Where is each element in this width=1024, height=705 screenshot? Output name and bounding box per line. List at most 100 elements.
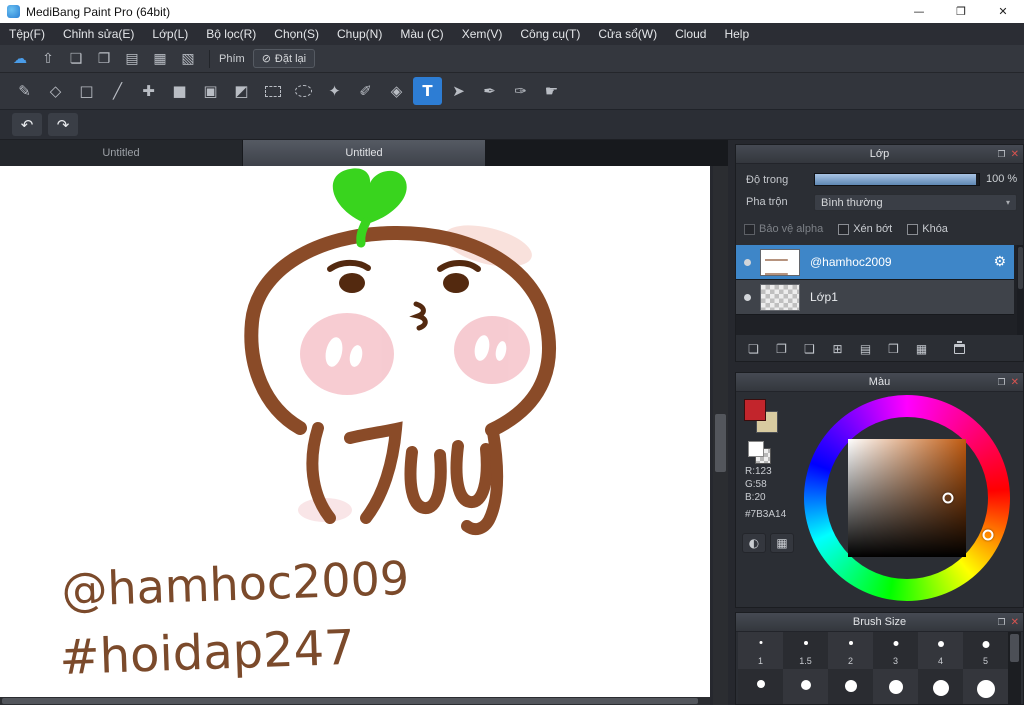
reset-button[interactable]: ⊘ Đặt lại <box>252 49 316 68</box>
popout-icon[interactable]: ❐ <box>998 618 1006 628</box>
menu-item[interactable]: Chọn(S) <box>265 23 328 45</box>
brush-size-cell[interactable] <box>738 669 783 704</box>
menu-item[interactable]: Công cụ(T) <box>511 23 589 45</box>
brush-size-cell[interactable]: 1 <box>738 632 783 669</box>
menu-item[interactable]: Tệp(F) <box>0 23 54 45</box>
brush-panel-scrollbar[interactable] <box>1008 632 1021 704</box>
brush-size-cell[interactable] <box>918 669 963 704</box>
convert-layer-button[interactable]: ❑ <box>798 339 821 359</box>
layer-row-active[interactable]: @hamhoc2009 ⚙ <box>736 245 1014 280</box>
palette-button[interactable]: ◐ <box>742 533 766 553</box>
dot-pen-tool[interactable]: ╱ <box>103 77 132 105</box>
text-tool[interactable]: T <box>413 77 442 105</box>
redo-button[interactable]: ↷ <box>48 113 78 136</box>
material-icon[interactable]: ▧ <box>176 48 200 70</box>
new-layer-button[interactable]: ❏ <box>742 339 765 359</box>
minimize-button[interactable]: — <box>898 0 940 23</box>
brush-size-cell[interactable] <box>873 669 918 704</box>
maximize-button[interactable]: ❐ <box>940 0 982 23</box>
cloud-icon[interactable]: ☁ <box>8 48 32 70</box>
document-tab[interactable]: Untitled <box>243 140 486 166</box>
layer-visibility-toggle[interactable] <box>744 293 751 301</box>
brush-size-cell[interactable]: 5 <box>963 632 1008 669</box>
pen-tool[interactable]: ✑ <box>506 77 535 105</box>
fill-rect-tool[interactable]: ■ <box>165 77 194 105</box>
saturation-value-cursor[interactable] <box>942 492 954 504</box>
opacity-slider[interactable] <box>814 173 980 186</box>
duplicate-layer-button[interactable]: ❒ <box>882 339 905 359</box>
lasso-tool[interactable] <box>289 77 318 105</box>
menu-item[interactable]: Màu (C) <box>391 23 452 45</box>
new-layer-options-button[interactable]: ❐ <box>770 339 793 359</box>
hue-cursor[interactable] <box>982 529 994 541</box>
brush-size-cell[interactable] <box>783 669 828 704</box>
foreground-color-swatch[interactable] <box>744 399 766 421</box>
workspace-icon[interactable]: ▦ <box>148 48 172 70</box>
popout-icon[interactable]: ❐ <box>998 150 1006 160</box>
scrollbar-thumb[interactable] <box>715 414 726 472</box>
select-eraser-tool[interactable]: ◈ <box>382 77 411 105</box>
menu-item[interactable]: Lớp(L) <box>143 23 197 45</box>
eraser-tool[interactable]: ◇ <box>41 77 70 105</box>
import-layer-button[interactable]: ⊞ <box>826 339 849 359</box>
blend-select[interactable]: Bình thường ▾ <box>814 194 1017 211</box>
shape-brush-tool[interactable]: □ <box>72 77 101 105</box>
layer-checkbox[interactable]: Bảo vệ alpha <box>744 223 823 235</box>
brush-size-cell[interactable]: 4 <box>918 632 963 669</box>
brush-size-cell[interactable]: 2 <box>828 632 873 669</box>
merge-layer-button[interactable]: ▦ <box>910 339 933 359</box>
brush-size-cell[interactable]: 1.5 <box>783 632 828 669</box>
layer-settings-gear-icon[interactable]: ⚙ <box>993 254 1006 270</box>
canvas-vertical-scrollbar[interactable] <box>713 166 728 705</box>
brush-size-cell[interactable] <box>828 669 873 704</box>
menu-item[interactable]: Chụp(N) <box>328 23 391 45</box>
select-rect-tool[interactable] <box>258 77 287 105</box>
layer-visibility-toggle[interactable] <box>744 258 751 266</box>
menu-item[interactable]: Cloud <box>666 23 715 45</box>
close-button[interactable]: ✕ <box>982 0 1024 23</box>
layer-row[interactable]: Lớp1 <box>736 280 1014 315</box>
chat-icon[interactable]: ❐ <box>92 48 116 70</box>
hand-tool[interactable]: ☛ <box>537 77 566 105</box>
menu-item[interactable]: Chỉnh sửa(E) <box>54 23 143 45</box>
move-tool[interactable]: ✚ <box>134 77 163 105</box>
comment-icon[interactable]: ❏ <box>64 48 88 70</box>
layer-checkbox[interactable]: Khóa <box>907 223 948 235</box>
panel-close-icon[interactable]: ✕ <box>1011 377 1019 388</box>
operate-tool[interactable]: ➤ <box>444 77 473 105</box>
document-icon[interactable]: ▤ <box>120 48 144 70</box>
popout-icon[interactable]: ❐ <box>998 378 1006 388</box>
layer-list-scrollbar[interactable] <box>1017 245 1024 335</box>
brush-size-cell[interactable] <box>963 669 1008 704</box>
color-wheel[interactable] <box>804 395 1010 601</box>
magic-wand-tool[interactable]: ✦ <box>320 77 349 105</box>
bucket-tool[interactable]: ▣ <box>196 77 225 105</box>
scrollbar-thumb[interactable] <box>2 698 698 704</box>
scrollbar-thumb[interactable] <box>1010 634 1019 662</box>
menu-item[interactable]: Cửa sổ(W) <box>589 23 666 45</box>
delete-layer-button[interactable] <box>948 339 971 359</box>
menu-item[interactable]: Help <box>715 23 758 45</box>
select-pen-tool[interactable]: ✐ <box>351 77 380 105</box>
menu-item[interactable]: Bộ lọc(R) <box>197 23 265 45</box>
panel-close-icon[interactable]: ✕ <box>1011 617 1019 628</box>
brush-size-cell[interactable]: 3 <box>873 632 918 669</box>
gradient-tool[interactable]: ◩ <box>227 77 256 105</box>
scrollbar-thumb[interactable] <box>1018 247 1023 289</box>
canvas[interactable]: @hamhoc2009 #hoidap247 <box>0 166 710 697</box>
publish-icon[interactable]: ⇧ <box>36 48 60 70</box>
document-tab[interactable]: Untitled <box>0 140 243 166</box>
panel-close-icon[interactable]: ✕ <box>1011 149 1019 160</box>
undo-button[interactable]: ↶ <box>12 113 42 136</box>
layer-checkbox[interactable]: Xén bớt <box>838 223 892 235</box>
color-tiles-button[interactable]: ▦ <box>770 533 794 553</box>
menu-item[interactable]: Xem(V) <box>453 23 512 45</box>
transparent-swatches[interactable] <box>748 441 774 467</box>
brush-tool[interactable]: ✎ <box>10 77 39 105</box>
color-swatches[interactable] <box>744 399 784 439</box>
brush-dot-icon <box>844 680 857 692</box>
window-title: MediBang Paint Pro (64bit) <box>26 4 171 19</box>
eyedropper-tool[interactable]: ✒ <box>475 77 504 105</box>
canvas-horizontal-scrollbar[interactable] <box>0 697 710 705</box>
layer-folder-button[interactable]: ▤ <box>854 339 877 359</box>
